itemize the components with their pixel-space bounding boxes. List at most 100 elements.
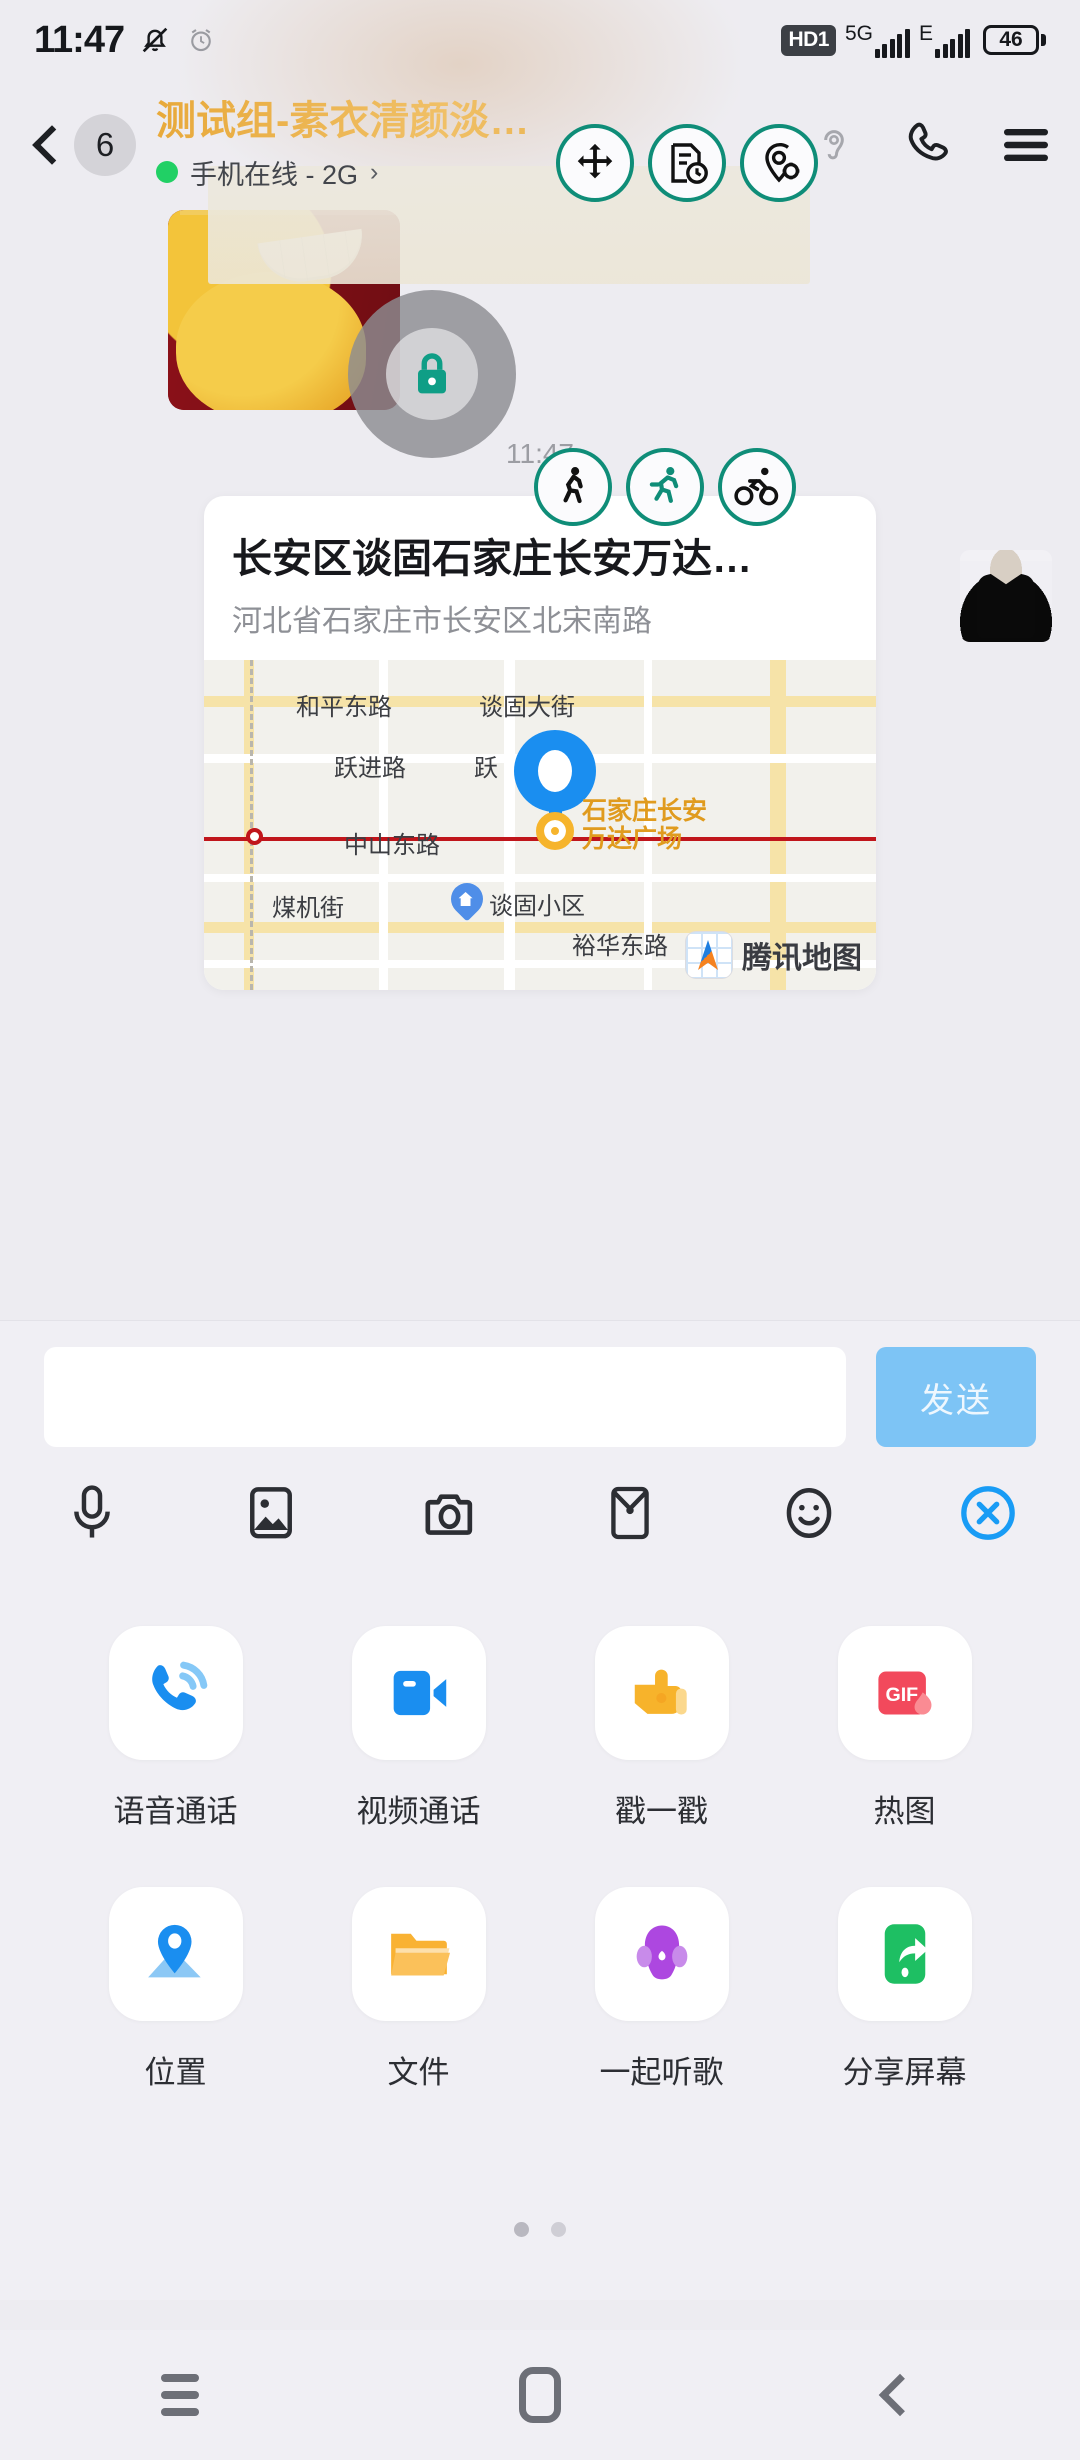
battery-indicator: 46 [983, 25, 1046, 55]
panel-item-file[interactable]: 文件 [297, 1887, 540, 2092]
panel-item-label: 一起听歌 [599, 2055, 724, 2090]
tencent-map-logo-icon [686, 932, 732, 978]
cycling-person-icon[interactable] [718, 448, 796, 526]
panel-item-video-call[interactable]: 视频通话 [297, 1626, 540, 1831]
input-tool-row [0, 1447, 1080, 1549]
listen-together-tile[interactable] [594, 1887, 729, 2021]
map-label: 跃 [474, 755, 498, 782]
attachment-panel: 语音通话 视频通话 戳一戳 GIF 热图 位置 文件 一起听歌 分享屏幕 [0, 1560, 1080, 2300]
message-input[interactable] [44, 1347, 846, 1447]
header-actions [806, 117, 1054, 173]
online-dot-icon [156, 161, 178, 183]
avatar[interactable] [960, 550, 1052, 642]
panel-item-share-screen[interactable]: 分享屏幕 [783, 1887, 1026, 2092]
microphone-icon[interactable] [56, 1477, 128, 1549]
status-bar-right: HD1 5G E 46 [781, 23, 1046, 58]
panel-item-hot-gif[interactable]: GIF 热图 [783, 1626, 1026, 1831]
gif-hot-icon: GIF [877, 1671, 932, 1715]
chevron-right-icon: › [370, 157, 379, 186]
poke-tile[interactable] [594, 1626, 729, 1760]
signal-bars-icon-2 [935, 28, 970, 58]
share-screen-tile[interactable] [837, 1887, 972, 2021]
map-label: 跃进路 [334, 755, 406, 782]
share-screen-icon [884, 1924, 928, 1984]
location-map-preview[interactable]: 和平东路 谈固大街 跃进路 跃 中山东路 煤机街 谈固小区 裕华东路 石家庄长安… [204, 660, 876, 990]
suit-avatar-image [960, 550, 1052, 642]
back-button[interactable] [26, 125, 66, 165]
signal-e: E [919, 23, 970, 58]
send-button[interactable]: 发送 [876, 1347, 1036, 1447]
input-row: 发送 [0, 1321, 1080, 1447]
panel-item-label: 文件 [387, 2055, 450, 2090]
map-poi-label-line1: 石家庄长安 [582, 797, 708, 825]
poke-hand-icon [634, 1669, 687, 1715]
status-bar: 11:47 HD1 5G E 46 [0, 0, 1080, 80]
status-bar-left: 11:47 [34, 19, 216, 62]
map-pin-base-icon [536, 812, 574, 850]
panel-item-poke[interactable]: 戳一戳 [540, 1626, 783, 1831]
lock-icon [418, 353, 446, 394]
move-arrows-icon[interactable] [556, 124, 634, 202]
map-label: 和平东路 [296, 694, 392, 721]
map-poi-label-line2: 万达广场 [582, 825, 683, 853]
panel-item-label: 语音通话 [113, 1794, 238, 1829]
page-dot[interactable] [551, 2222, 566, 2237]
document-clock-icon[interactable] [648, 124, 726, 202]
battery-level: 46 [999, 28, 1023, 51]
svg-text:GIF: GIF [885, 1684, 918, 1706]
location-subtitle: 河北省石家庄市长安区北宋南路 [232, 605, 652, 638]
signal-5g: 5G [845, 23, 910, 58]
unread-count-badge[interactable]: 6 [74, 114, 136, 176]
location-message-card[interactable]: 长安区谈固石家庄长安万达… 河北省石家庄市长安区北宋南路 和平东路 谈固大街 跃… [204, 496, 876, 990]
map-label: 谈固大街 [479, 694, 575, 721]
phone-icon[interactable] [902, 117, 958, 173]
nav-back-chevron-icon[interactable] [845, 2355, 955, 2435]
attachment-grid: 语音通话 视频通话 戳一戳 GIF 热图 位置 文件 一起听歌 分享屏幕 [0, 1560, 1080, 2092]
camera-icon[interactable] [414, 1477, 486, 1549]
video-call-icon [393, 1670, 446, 1716]
earbuds-music-icon [636, 1925, 687, 1980]
phone-screen: 11:47 HD1 5G E 46 6 测试组-素衣清颜淡… 手机在线 - 2G… [0, 0, 1080, 2460]
emoji-icon[interactable] [773, 1477, 845, 1549]
panel-item-location[interactable]: 位置 [54, 1887, 297, 2092]
file-tile[interactable] [351, 1887, 486, 2021]
location-target-icon[interactable] [740, 124, 818, 202]
map-label: 中山东路 [344, 832, 440, 859]
voice-call-icon [151, 1661, 207, 1711]
folder-icon [390, 1933, 450, 1976]
panel-item-label: 视频通话 [356, 1794, 481, 1829]
voice-call-tile[interactable] [108, 1626, 243, 1760]
image-icon[interactable] [235, 1477, 307, 1549]
panel-item-voice-call[interactable]: 语音通话 [54, 1626, 297, 1831]
system-navigation-bar [0, 2330, 1080, 2460]
network-type-label: 5G [844, 21, 873, 45]
chat-message-list[interactable]: 11:47 长安区谈固石家庄长安万达… 河北省石家庄市长安区北宋南路 和平东路 … [0, 210, 1080, 1320]
location-map-icon [147, 1924, 201, 1978]
close-circle-icon[interactable] [952, 1477, 1024, 1549]
hot-gif-tile[interactable]: GIF [837, 1626, 972, 1760]
panel-page-dots[interactable] [0, 2222, 1080, 2237]
network-type-label-2: E [918, 21, 933, 45]
panel-item-label: 位置 [144, 2055, 207, 2090]
panel-item-listen-together[interactable]: 一起听歌 [540, 1887, 783, 2092]
red-packet-icon[interactable] [594, 1477, 666, 1549]
hamburger-menu-icon[interactable] [998, 117, 1054, 173]
location-tile[interactable] [108, 1887, 243, 2021]
page-dot-active[interactable] [514, 2222, 529, 2237]
recents-menu-icon[interactable] [125, 2355, 235, 2435]
map-label: 谈固小区 [489, 893, 585, 920]
hd-voice-badge: HD1 [781, 24, 836, 56]
panel-item-label: 分享屏幕 [842, 2055, 967, 2090]
status-time: 11:47 [34, 18, 125, 61]
panel-item-label: 热图 [873, 1794, 936, 1829]
video-call-tile[interactable] [351, 1626, 486, 1760]
online-status-label: 手机在线 - 2G [190, 159, 359, 190]
lock-inner-circle [386, 328, 478, 420]
running-person-icon[interactable] [626, 448, 704, 526]
walking-person-icon[interactable] [534, 448, 612, 526]
map-provider-credit: 腾讯地图 [686, 932, 862, 978]
screen-lock-overlay[interactable] [348, 290, 516, 458]
home-square-icon[interactable] [485, 2355, 595, 2435]
message-input-bar: 发送 [0, 1320, 1080, 1560]
map-provider-name: 腾讯地图 [742, 942, 862, 975]
